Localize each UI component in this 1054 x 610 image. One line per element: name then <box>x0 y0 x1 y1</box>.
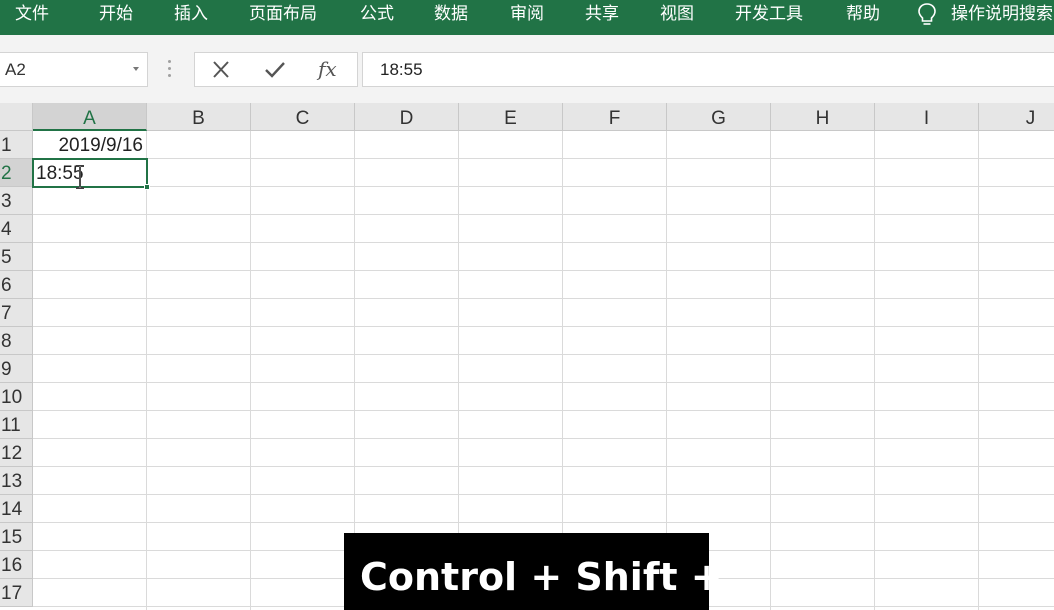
formula-content: 18:55 <box>380 60 423 79</box>
enter-check-icon[interactable] <box>255 53 295 86</box>
column-header-d[interactable]: D <box>355 103 459 131</box>
ribbon-tab-bar: 文件 开始 插入 页面布局 公式 数据 审阅 共享 视图 开发工具 帮助 操作说… <box>0 0 1054 35</box>
gridline <box>874 131 875 610</box>
row-header-10[interactable]: 10 <box>0 383 33 411</box>
formula-input[interactable]: 18:55 <box>362 52 1054 87</box>
insert-function-icon[interactable]: fx <box>318 53 337 85</box>
column-header-e[interactable]: E <box>459 103 563 131</box>
gridline <box>33 326 1054 327</box>
tab-page-layout[interactable]: 页面布局 <box>249 0 317 30</box>
shortcut-overlay: Control + Shift + ; <box>344 533 751 610</box>
drag-handle-icon[interactable] <box>168 60 172 78</box>
row-header-7[interactable]: 7 <box>0 299 33 327</box>
name-box-value: A2 <box>5 60 26 79</box>
column-header-j[interactable]: J <box>979 103 1054 131</box>
cell-a1[interactable]: 2019/9/16 <box>58 132 143 160</box>
gridline <box>250 131 251 610</box>
gridline <box>33 270 1054 271</box>
column-header-c[interactable]: C <box>251 103 355 131</box>
lightbulb-icon[interactable] <box>917 2 937 28</box>
gridline <box>978 131 979 610</box>
row-header-2[interactable]: 2 <box>0 159 33 187</box>
column-header-g[interactable]: G <box>667 103 771 131</box>
gridline <box>33 186 1054 187</box>
gridline <box>33 410 1054 411</box>
row-header-16[interactable]: 16 <box>0 551 33 579</box>
row-header-1[interactable]: 1 <box>0 131 33 159</box>
column-header-b[interactable]: B <box>147 103 251 131</box>
tab-share[interactable]: 共享 <box>585 0 619 30</box>
tell-me-search[interactable]: 操作说明搜索 <box>951 0 1053 30</box>
gridline <box>33 298 1054 299</box>
gridline <box>33 214 1054 215</box>
column-header-i[interactable]: I <box>875 103 979 131</box>
row-header-6[interactable]: 6 <box>0 271 33 299</box>
row-header-8[interactable]: 8 <box>0 327 33 355</box>
row-header-9[interactable]: 9 <box>0 355 33 383</box>
row-header-4[interactable]: 4 <box>0 215 33 243</box>
formula-bar-area: A2 fx 18:55 <box>0 35 1054 103</box>
cancel-icon[interactable] <box>201 53 241 86</box>
row-header-15[interactable]: 15 <box>0 523 33 551</box>
gridline <box>33 242 1054 243</box>
gridline <box>33 382 1054 383</box>
tab-formulas[interactable]: 公式 <box>360 0 394 30</box>
row-header-11[interactable]: 11 <box>0 411 33 439</box>
active-cell-border[interactable] <box>32 158 150 190</box>
row-header-5[interactable]: 5 <box>0 243 33 271</box>
tab-review[interactable]: 审阅 <box>510 0 544 30</box>
gridline <box>146 131 147 610</box>
tab-view[interactable]: 视图 <box>660 0 694 30</box>
chevron-down-icon[interactable] <box>133 67 139 71</box>
gridline <box>33 522 1054 523</box>
gridline <box>33 466 1054 467</box>
tab-file[interactable]: 文件 <box>15 0 49 30</box>
fill-handle[interactable] <box>144 184 150 190</box>
text-cursor-icon <box>76 165 84 189</box>
row-header-17[interactable]: 17 <box>0 579 33 607</box>
name-box[interactable]: A2 <box>0 52 148 87</box>
tab-data[interactable]: 数据 <box>434 0 468 30</box>
row-header-13[interactable]: 13 <box>0 467 33 495</box>
row-header-3[interactable]: 3 <box>0 187 33 215</box>
select-all-corner[interactable] <box>0 103 33 131</box>
tab-help[interactable]: 帮助 <box>846 0 880 30</box>
column-header-a[interactable]: A <box>33 103 147 131</box>
tab-developer[interactable]: 开发工具 <box>735 0 803 30</box>
gridline <box>33 438 1054 439</box>
formula-buttons: fx <box>194 52 358 87</box>
column-header-f[interactable]: F <box>563 103 667 131</box>
tab-insert[interactable]: 插入 <box>174 0 208 30</box>
gridline <box>33 354 1054 355</box>
column-header-h[interactable]: H <box>771 103 875 131</box>
gridline <box>33 158 1054 159</box>
gridline <box>770 131 771 610</box>
shortcut-text: Control + Shift + ; <box>360 555 752 599</box>
gridline <box>33 494 1054 495</box>
row-header-12[interactable]: 12 <box>0 439 33 467</box>
tab-home[interactable]: 开始 <box>99 0 133 30</box>
row-header-14[interactable]: 14 <box>0 495 33 523</box>
